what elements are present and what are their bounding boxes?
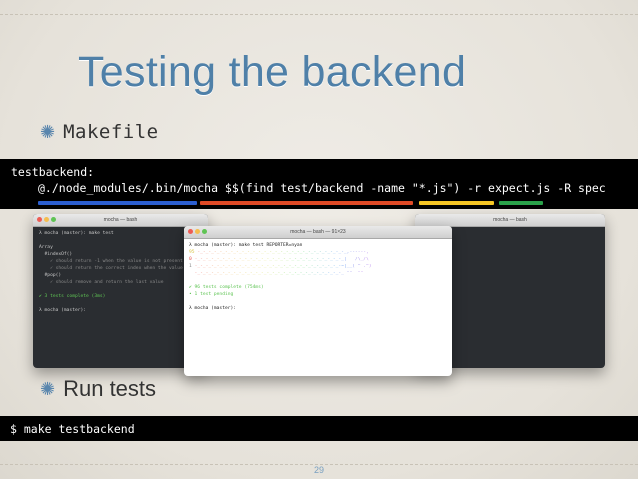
top-stitch-divider (0, 14, 638, 15)
terminal-line: ✓ should return -1 when the value is not… (39, 259, 183, 264)
zoom-dot-icon (51, 217, 56, 222)
makefile-code-block: testbackend: @./node_modules/.bin/mocha … (0, 159, 638, 209)
tests-pending-line: • 1 test pending (189, 292, 234, 297)
bullet-makefile: ✺ Makefile (40, 121, 159, 143)
terminal-command: λ mocha (master): make test REPORTER=nya… (189, 243, 303, 248)
terminal-line: ✔ 3 tests complete (3ms) (39, 294, 106, 299)
close-dot-icon (188, 229, 193, 234)
nyan-rainbow-trail: -_-_-_-_-_-_-_-_-_-_-_-_-_-_-_-_-_-_-_-_… (194, 257, 369, 262)
terminal-title: mocha — bash (493, 217, 527, 223)
terminal-window-front: mocha — bash — 91×23 λ mocha (master): m… (184, 226, 452, 376)
terminal-titlebar: mocha — bash (33, 214, 208, 227)
terminal-line: 1 (189, 264, 192, 269)
terminal-output: λ mocha (master): make test REPORTER=nya… (184, 239, 452, 315)
terminal-line: Array (39, 245, 53, 250)
bullet-star-icon: ✺ (40, 121, 56, 142)
terminal-line: 0 (189, 257, 192, 262)
window-controls (37, 217, 56, 222)
underline-yellow (419, 201, 494, 205)
run-command: $ make testbackend (10, 422, 135, 436)
terminal-titlebar: mocha — bash — 91×23 (184, 226, 452, 239)
underline-red (200, 201, 413, 205)
terminal-window-back: mocha — bash λ mocha (master): make test… (33, 214, 208, 368)
terminal-title: mocha — bash (103, 217, 138, 223)
nyan-rainbow-trail: -_-_-_-_-_-_-_-_-_-_-_-_-_-_-_-_-_-_-_-_… (194, 264, 372, 269)
terminal-output: λ mocha (master): make test Array #index… (33, 227, 208, 317)
nyan-rainbow-trail: -_-_-_-_-_-_-_-_-_-_-_-_-_-_-_-_-_-_-_-_… (194, 271, 364, 276)
makefile-command: @./node_modules/.bin/mocha $$(find test/… (38, 181, 606, 195)
run-command-block: $ make testbackend (0, 416, 638, 441)
terminal-line: #pop() (39, 273, 62, 278)
bullet-label: Makefile (63, 121, 159, 143)
underline-green (499, 201, 543, 205)
bullet-run-tests: ✺ Run tests (40, 376, 156, 402)
zoom-dot-icon (202, 229, 207, 234)
bullet-label: Run tests (63, 376, 157, 401)
terminal-line: λ mocha (master): make test (39, 231, 114, 236)
terminal-line: #indexOf() (39, 252, 73, 257)
nyan-rainbow-trail: -_-_-_-_-_-_-_-_-_-_-_-_-_-_-_-_-_-_-_-_… (197, 250, 369, 255)
minimize-dot-icon (195, 229, 200, 234)
underline-blue (38, 201, 197, 205)
terminal-prompt: λ mocha (master): (189, 306, 239, 311)
window-controls (188, 229, 207, 234)
bullet-star-icon: ✺ (40, 378, 56, 399)
page-number: 29 (313, 465, 324, 475)
tests-complete-line: ✔ 96 tests complete (754ms) (189, 285, 264, 290)
close-dot-icon (37, 217, 42, 222)
terminal-line: 95 (189, 250, 195, 255)
makefile-target: testbackend: (11, 165, 95, 179)
terminal-title: mocha — bash — 91×23 (290, 229, 346, 235)
terminal-line: ✓ should return the correct index when t… (39, 266, 192, 271)
slide-title: Testing the backend (78, 48, 467, 96)
terminal-line: λ mocha (master): (39, 308, 89, 313)
minimize-dot-icon (44, 217, 49, 222)
terminal-line: ✓ should remove and return the last valu… (39, 280, 164, 285)
